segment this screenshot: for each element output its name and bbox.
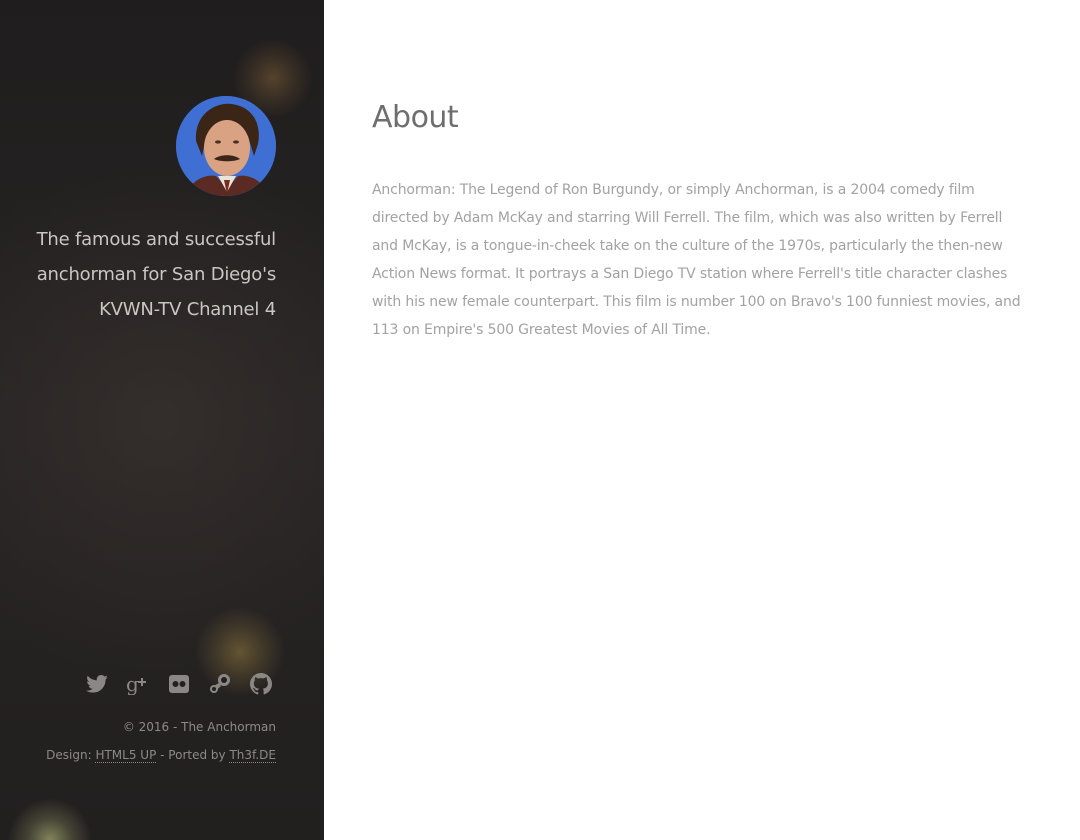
github-link[interactable] [246, 670, 276, 698]
credits-middle: - Ported by [156, 748, 230, 762]
about-text: Anchorman: The Legend of Ron Burgundy, o… [372, 182, 1021, 338]
page-title: About [372, 100, 459, 135]
steam-icon [210, 674, 230, 693]
steam-link[interactable] [205, 670, 235, 698]
avatar [176, 96, 276, 196]
flickr-link[interactable] [164, 670, 194, 698]
flickr-icon [169, 675, 189, 693]
tagline: The famous and successful anchorman for … [36, 229, 277, 320]
main-content: About Anchorman: The Legend of Ron Burgu… [324, 0, 1080, 840]
port-credit-link[interactable]: Th3f.DE [229, 748, 276, 763]
credits: Design: HTML5 UP - Ported by Th3f.DE [46, 748, 276, 763]
svg-text:g: g [126, 673, 139, 695]
google-plus-icon: g [126, 673, 146, 695]
avatar-portrait [176, 96, 276, 196]
design-credit-link[interactable]: HTML5 UP [95, 748, 157, 763]
copyright: © 2016 - The Anchorman [122, 720, 276, 734]
twitter-icon [86, 675, 108, 693]
credits-prefix: Design: [46, 748, 96, 762]
google-plus-link[interactable]: g [123, 670, 153, 698]
social-links: g [82, 670, 276, 698]
github-icon [250, 673, 272, 695]
twitter-link[interactable] [82, 670, 112, 698]
sidebar: The famous and successful anchorman for … [0, 0, 324, 840]
